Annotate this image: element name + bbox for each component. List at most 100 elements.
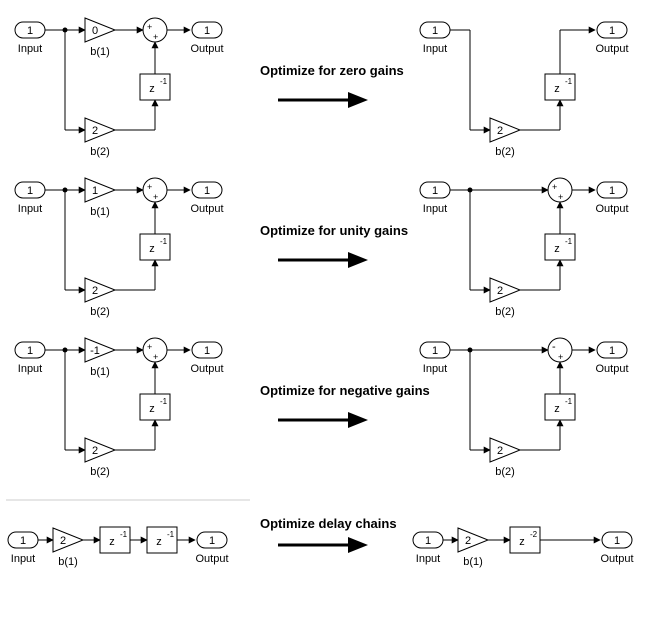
svg-text:b(1): b(1) — [463, 556, 483, 568]
svg-text:Output: Output — [195, 553, 228, 565]
svg-text:1: 1 — [432, 345, 438, 357]
arrow-delay — [278, 537, 368, 553]
svg-text:2: 2 — [60, 535, 66, 547]
svg-text:2: 2 — [497, 445, 503, 457]
svg-text:-1: -1 — [160, 397, 168, 406]
svg-text:b(2): b(2) — [495, 466, 515, 478]
svg-text:b(2): b(2) — [495, 146, 515, 158]
svg-text:1: 1 — [609, 345, 615, 357]
svg-text:b(2): b(2) — [90, 306, 110, 318]
arrow-unity — [278, 252, 368, 268]
svg-text:1: 1 — [209, 535, 215, 547]
gain-b2-label: b(2) — [90, 146, 110, 158]
row2-left: 1 Input 1 b(1) + + 1 Output 2 b(2) z -1 — [15, 178, 224, 318]
delay-exp-2: -2 — [530, 530, 538, 539]
svg-text:Input: Input — [18, 363, 42, 375]
port-number-out: 1 — [204, 25, 210, 37]
svg-text:b(2): b(2) — [90, 466, 110, 478]
svg-text:b(1): b(1) — [90, 206, 110, 218]
svg-text:2: 2 — [497, 125, 503, 137]
sum-minus-left: - — [552, 341, 556, 353]
caption-zero: Optimize for zero gains — [260, 63, 404, 78]
row4-left: 1 Input 2 b(1) z -1 z -1 1 Output — [8, 527, 229, 568]
row1-left: 1 Input 0 b(1) + + 1 Output 2 b(2) z -1 — [15, 18, 224, 158]
svg-text:1: 1 — [204, 345, 210, 357]
svg-text:1: 1 — [204, 185, 210, 197]
caption-negative: Optimize for negative gains — [260, 383, 430, 398]
gain-b2-value: 2 — [92, 125, 98, 137]
sum-plus-bottom: + — [153, 32, 158, 42]
gain-b2 — [85, 118, 115, 142]
svg-text:-1: -1 — [565, 397, 573, 406]
svg-text:2: 2 — [465, 535, 471, 547]
svg-text:z: z — [109, 536, 115, 548]
svg-text:Output: Output — [600, 553, 633, 565]
gain-b1 — [85, 18, 115, 42]
svg-text:b(1): b(1) — [58, 556, 78, 568]
svg-text:+: + — [153, 352, 158, 362]
svg-text:z: z — [519, 536, 525, 548]
row3-left: 1 Input -1 b(1) + + 1 Output 2 b(2) z -1 — [15, 338, 224, 478]
row1-right: 1 Input 2 b(2) z -1 1 Output — [420, 22, 629, 158]
row2-right: 1 Input + + 1 Output 2 b(2) z -1 — [420, 178, 629, 318]
svg-text:z: z — [554, 243, 560, 255]
svg-text:1: 1 — [27, 345, 33, 357]
svg-text:-1: -1 — [120, 530, 128, 539]
svg-text:+: + — [147, 182, 152, 192]
svg-text:-1: -1 — [167, 530, 175, 539]
svg-text:Input: Input — [416, 553, 440, 565]
svg-text:+: + — [558, 192, 563, 202]
svg-text:z: z — [149, 403, 155, 415]
delay-z: z — [149, 83, 155, 95]
gain-b2 — [490, 118, 520, 142]
svg-text:Output: Output — [190, 203, 223, 215]
input-label: Input — [18, 43, 42, 55]
arrow-negative — [278, 412, 368, 428]
svg-text:1: 1 — [432, 185, 438, 197]
row4-right: 1 Input 2 b(1) z -2 1 Output — [413, 527, 634, 568]
simulink-optimization-diagram: 1 Input 0 b(1) + + 1 Output 2 b(2) z -1 … — [0, 0, 654, 628]
svg-text:1: 1 — [425, 535, 431, 547]
svg-text:1: 1 — [92, 185, 98, 197]
svg-text:2: 2 — [92, 285, 98, 297]
svg-text:2: 2 — [92, 445, 98, 457]
svg-text:1: 1 — [609, 25, 615, 37]
caption-delay: Optimize delay chains — [260, 516, 397, 531]
svg-text:-1: -1 — [565, 237, 573, 246]
svg-text:+: + — [147, 342, 152, 352]
svg-text:Input: Input — [423, 363, 447, 375]
svg-text:z: z — [554, 83, 560, 95]
svg-text:z: z — [149, 243, 155, 255]
svg-text:Input: Input — [11, 553, 35, 565]
svg-text:+: + — [153, 192, 158, 202]
svg-text:Input: Input — [18, 203, 42, 215]
svg-text:-1: -1 — [565, 77, 573, 86]
svg-text:Output: Output — [595, 43, 628, 55]
svg-text:Output: Output — [595, 203, 628, 215]
output-label: Output — [190, 43, 223, 55]
svg-text:1: 1 — [27, 185, 33, 197]
svg-text:1: 1 — [609, 185, 615, 197]
svg-text:1: 1 — [20, 535, 26, 547]
svg-text:z: z — [156, 536, 162, 548]
svg-text:-1: -1 — [90, 345, 100, 357]
caption-unity: Optimize for unity gains — [260, 223, 408, 238]
svg-text:z: z — [554, 403, 560, 415]
delay-exp: -1 — [160, 77, 168, 86]
svg-text:2: 2 — [497, 285, 503, 297]
svg-text:Output: Output — [190, 363, 223, 375]
svg-text:Input: Input — [423, 43, 447, 55]
port-number: 1 — [27, 25, 33, 37]
svg-text:Input: Input — [423, 203, 447, 215]
sum-plus-left: + — [147, 22, 152, 32]
arrow-zero — [278, 92, 368, 108]
svg-text:+: + — [558, 352, 563, 362]
svg-text:b(2): b(2) — [495, 306, 515, 318]
gain-b1-value: 0 — [92, 25, 98, 37]
svg-text:-1: -1 — [160, 237, 168, 246]
svg-text:1: 1 — [432, 25, 438, 37]
svg-text:b(1): b(1) — [90, 366, 110, 378]
svg-text:Output: Output — [595, 363, 628, 375]
gain-b1-label: b(1) — [90, 46, 110, 58]
row3-right: 1 Input - + 1 Output 2 b(2) z -1 — [420, 338, 629, 478]
